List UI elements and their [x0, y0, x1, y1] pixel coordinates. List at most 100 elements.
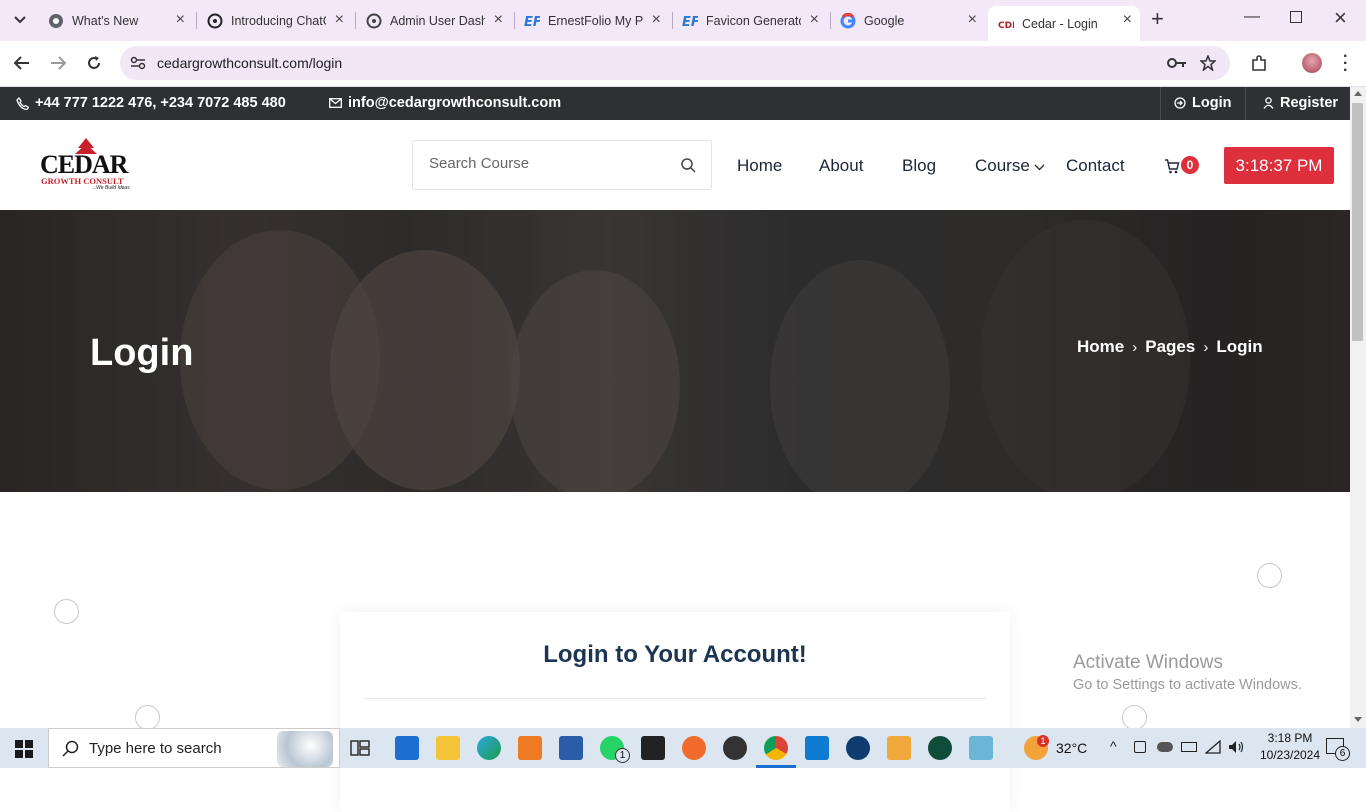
cedar-logo[interactable]: CEDAR GROWTH CONSULT ...We Build Ideas [40, 138, 136, 192]
breadcrumb-pages[interactable]: Pages [1145, 337, 1195, 357]
svg-text:EF: EF [524, 15, 540, 29]
divider [1245, 87, 1246, 120]
nav-home[interactable]: Home [737, 156, 782, 176]
nav-contact[interactable]: Contact [1066, 156, 1125, 176]
close-tab-icon[interactable]: × [652, 12, 661, 28]
tab-title: Admin User Dashboard [390, 13, 485, 28]
nav-blog[interactable]: Blog [902, 156, 936, 176]
browser-tab[interactable]: Admin User Dashboard × [356, 6, 511, 35]
taskbar-search-box[interactable]: Type here to search [48, 728, 340, 768]
course-search-box[interactable] [412, 140, 712, 190]
task-view-icon[interactable] [350, 739, 370, 757]
page-scrollbar[interactable] [1350, 87, 1366, 728]
logo-tagline: ...We Build Ideas [92, 185, 130, 191]
reload-icon[interactable] [86, 55, 102, 71]
close-tab-icon[interactable]: × [494, 12, 503, 28]
clock-time[interactable]: 3:18 PM [1255, 731, 1325, 745]
chevron-up-icon[interactable]: ^ [1110, 738, 1117, 754]
volume-icon[interactable] [1228, 740, 1246, 754]
login-link[interactable]: Login [1174, 95, 1231, 111]
user-icon [1263, 97, 1274, 109]
close-tab-icon[interactable]: × [176, 12, 185, 28]
forward-icon[interactable] [50, 56, 66, 70]
teamviewer-icon[interactable] [846, 736, 870, 760]
clock-button[interactable]: 3:18:37 PM [1224, 147, 1334, 184]
chrome-icon [48, 13, 64, 29]
search-icon[interactable] [681, 158, 696, 173]
tab-title: Introducing ChatGPT [231, 13, 326, 28]
capcut-icon[interactable] [641, 736, 665, 760]
search-input[interactable] [429, 155, 669, 172]
store-icon[interactable] [887, 736, 911, 760]
edge-icon[interactable] [477, 736, 501, 760]
close-window-button[interactable]: × [1334, 5, 1347, 31]
close-tab-icon[interactable]: × [335, 12, 344, 28]
obs-icon[interactable] [723, 736, 747, 760]
omnibox[interactable]: cedargrowthconsult.com/login [120, 46, 1230, 80]
extensions-icon[interactable] [1250, 55, 1268, 73]
windows-start-icon[interactable] [15, 740, 33, 758]
chevron-down-icon[interactable] [1034, 164, 1045, 171]
new-tab-button[interactable]: + [1151, 8, 1164, 30]
search-icon [62, 740, 79, 757]
scroll-down-arrow[interactable] [1354, 717, 1362, 722]
browser-tab[interactable]: What's New × [38, 6, 193, 35]
battery-icon[interactable] [1181, 742, 1197, 752]
nav-course[interactable]: Course [975, 156, 1030, 176]
postman-icon[interactable] [682, 736, 706, 760]
contact-phones[interactable]: +44 777 1222 476, +234 7072 485 480 [16, 95, 286, 111]
site-top-bar: +44 777 1222 476, +234 7072 485 480 info… [0, 87, 1350, 120]
notepad-icon[interactable] [969, 736, 993, 760]
site-info-icon[interactable] [130, 56, 146, 70]
divider [1160, 87, 1161, 120]
nav-about[interactable]: About [819, 156, 863, 176]
ef-logo-icon: EF [682, 13, 698, 29]
register-label: Register [1280, 95, 1339, 111]
breadcrumb-current: Login [1216, 337, 1263, 356]
login-section: Login to Your Account! Activate Windows … [0, 492, 1350, 812]
browser-tab[interactable]: Google × [830, 6, 985, 35]
maximize-button[interactable] [1290, 11, 1302, 23]
close-tab-icon[interactable]: × [968, 12, 977, 28]
tab-search-button[interactable] [8, 8, 32, 32]
wifi-icon[interactable] [1205, 740, 1221, 754]
browser-tab-active[interactable]: CDR Cedar - Login × [988, 6, 1140, 41]
onedrive-icon[interactable] [1157, 742, 1173, 752]
close-tab-icon[interactable]: × [1123, 12, 1132, 28]
contact-email[interactable]: info@cedargrowthconsult.com [329, 95, 561, 111]
profile-avatar[interactable] [1302, 53, 1322, 73]
taskbar-search-placeholder: Type here to search [89, 740, 222, 757]
word-icon[interactable] [559, 736, 583, 760]
browser-address-bar: cedargrowthconsult.com/login · · · [0, 41, 1366, 87]
browser-menu-icon[interactable]: · · · [1343, 49, 1348, 79]
close-tab-icon[interactable]: × [810, 12, 819, 28]
chrome-icon[interactable] [764, 736, 788, 760]
clock-date[interactable]: 10/23/2024 [1255, 748, 1325, 762]
scroll-thumb[interactable] [1352, 103, 1363, 341]
bookmark-star-icon[interactable] [1200, 55, 1216, 71]
xampp-icon[interactable] [518, 736, 542, 760]
minimize-button[interactable]: — [1244, 8, 1260, 26]
back-icon[interactable] [14, 56, 30, 70]
page-hero-banner: Login Home › Pages › Login [0, 210, 1350, 492]
cart-button[interactable]: 0 [1164, 156, 1204, 178]
ef-logo-icon: EF [524, 13, 540, 29]
browser-tab[interactable]: EF Favicon Generator × [672, 6, 827, 35]
breadcrumb-home[interactable]: Home [1077, 337, 1124, 357]
browser-tab[interactable]: Introducing ChatGPT × [197, 6, 352, 35]
decorative-circle [1257, 563, 1282, 588]
password-key-icon[interactable] [1167, 57, 1187, 69]
mail-app-icon[interactable] [395, 736, 419, 760]
file-explorer-icon[interactable] [436, 736, 460, 760]
browser-tab-strip: What's New × Introducing ChatGPT × Admin… [0, 0, 1366, 41]
register-link[interactable]: Register [1263, 95, 1338, 111]
meet-now-icon[interactable] [1134, 741, 1146, 753]
mail-icon [329, 98, 342, 108]
scroll-up-arrow[interactable] [1354, 91, 1362, 96]
svg-text:EF: EF [682, 15, 698, 29]
vscode-icon[interactable] [805, 736, 829, 760]
browser-tab[interactable]: EF ErnestFolio My Portfolio × [514, 6, 669, 35]
mongodb-compass-icon[interactable] [928, 736, 952, 760]
cart-icon [1165, 159, 1180, 174]
weather-temp[interactable]: 32°C [1056, 740, 1087, 756]
